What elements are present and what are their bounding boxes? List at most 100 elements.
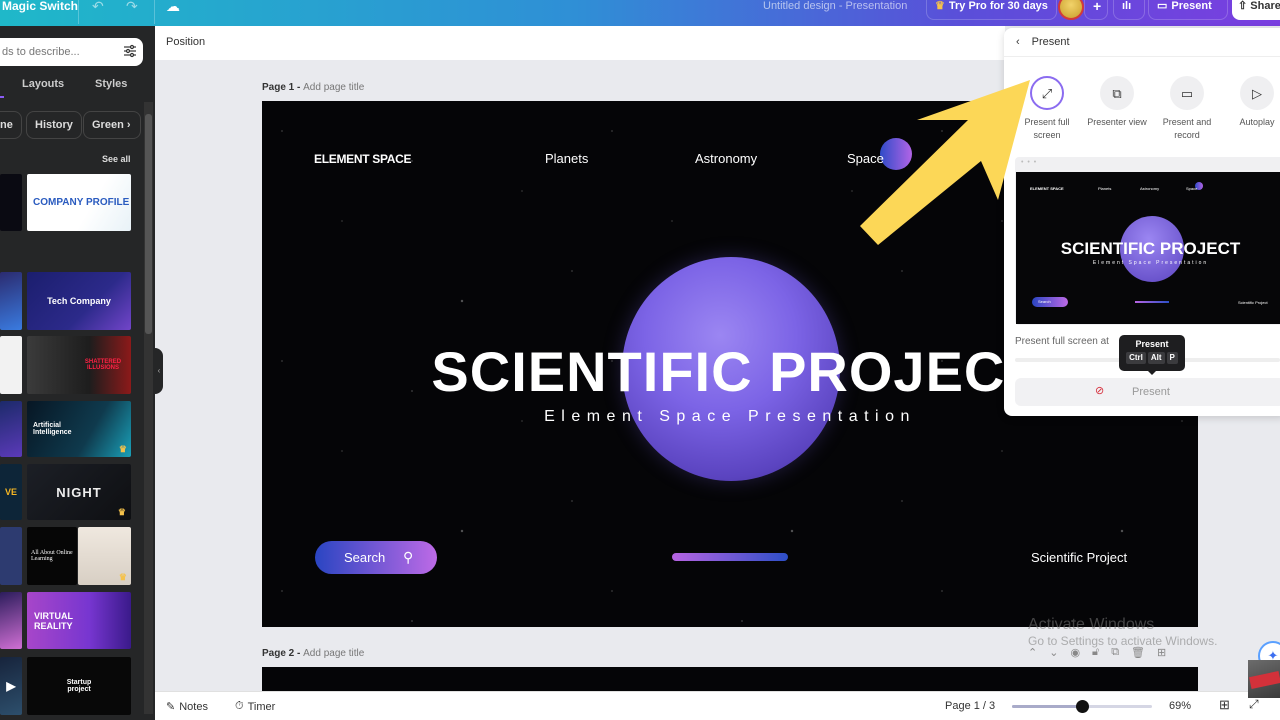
active-tab-indicator (0, 96, 4, 98)
chart-icon: ılı (1122, 0, 1132, 12)
undo-icon[interactable]: ↶ (92, 0, 104, 16)
sidebar-scrollbar[interactable] (144, 102, 153, 714)
sidebar-tabs: Layouts Styles (0, 78, 143, 98)
tooltip-title: Present (1135, 339, 1169, 349)
webcam-overlay (1248, 660, 1280, 698)
share-button[interactable]: ⇧ Share (1232, 0, 1280, 20)
duplicate-page-icon[interactable]: ⧉ (1111, 646, 1119, 659)
add-page-title-input[interactable]: Add page title (303, 648, 364, 659)
add-collaborator-button[interactable]: + (1084, 0, 1108, 20)
share-label: Share (1250, 0, 1280, 12)
premium-crown-icon: ♛ (117, 507, 127, 517)
chevron-right-icon[interactable]: › (127, 119, 131, 131)
cloud-sync-icon[interactable]: ☁ (166, 0, 180, 16)
premium-crown-icon: ♛ (118, 444, 127, 454)
see-all-link[interactable]: See all (102, 154, 131, 164)
chip-history[interactable]: History (26, 111, 82, 139)
try-pro-button[interactable]: ♛ Try Pro for 30 days (926, 0, 1057, 20)
top-bar: Magic Switch ↶ ↷ ☁ Untitled design - Pre… (0, 0, 1280, 26)
windows-activation-watermark: Activate Windows Go to Settings to activ… (1028, 616, 1217, 648)
document-title[interactable]: Untitled design - Presentation (763, 0, 907, 12)
template-thumbnail-artificial-intelligence[interactable]: Artificial Intelligence ♛ (27, 401, 131, 457)
scrollbar-thumb[interactable] (145, 114, 152, 334)
template-thumbnail[interactable]: VE (0, 464, 22, 520)
option-label: Present and record (1162, 117, 1212, 140)
tab-layouts[interactable]: Layouts (22, 78, 64, 90)
page-1-label: Page 1 - Add page title (262, 82, 365, 93)
tab-styles[interactable]: Styles (95, 78, 127, 90)
thumbnail-label: NIGHT (56, 484, 102, 500)
lock-icon[interactable]: 🔓︎ (1092, 646, 1099, 659)
option-label: Presenter view (1087, 117, 1147, 127)
zoom-slider-handle[interactable] (1076, 700, 1089, 713)
template-thumbnail-startup-project[interactable]: Startup project (27, 657, 131, 715)
avatar[interactable] (1058, 0, 1084, 20)
slide-preview: ELEMENT SPACE Planets Astronomy Space SC… (1016, 172, 1280, 324)
divider (78, 0, 79, 24)
template-thumbnail[interactable] (0, 272, 22, 330)
template-thumbnail[interactable] (0, 174, 22, 231)
crown-icon: ♛ (935, 0, 945, 12)
analytics-button[interactable]: ılı (1113, 0, 1145, 20)
add-page-icon[interactable]: ⊞ (1157, 646, 1166, 659)
position-button[interactable]: Position (166, 36, 205, 48)
magic-switch-button[interactable]: Magic Switch (2, 0, 78, 13)
preview-nav: Space (1186, 186, 1198, 191)
preview-search: Search (1032, 297, 1068, 307)
filter-icon[interactable] (123, 44, 137, 58)
add-page-title-input[interactable]: Add page title (303, 82, 364, 93)
divider (1004, 56, 1280, 57)
search-placeholder: ds to describe... (2, 46, 80, 58)
divider (154, 0, 155, 24)
template-thumbnail-night[interactable]: NIGHT ♛ (27, 464, 131, 520)
collapse-sidebar-handle[interactable]: ‹ (155, 348, 163, 394)
template-thumbnail-tech-company[interactable]: Tech Company (27, 272, 131, 330)
page-2-label: Page 2 - Add page title (262, 648, 365, 659)
chip-green[interactable]: Green › (83, 111, 141, 139)
fullscreen-icon[interactable]: ⤢ (1249, 697, 1259, 712)
template-thumbnail[interactable] (0, 401, 22, 457)
notes-button[interactable]: ✎ Notes (166, 700, 208, 714)
template-thumbnail[interactable]: ▶ (0, 657, 22, 715)
template-thumbnail-image[interactable]: ♛ (78, 527, 131, 585)
template-thumbnail-online-learning[interactable]: All About Online Learning (27, 527, 77, 585)
camera-record-icon: ▭ (1170, 76, 1204, 110)
hide-page-icon[interactable]: ◉ (1070, 646, 1080, 659)
page-indicator[interactable]: Page 1 / 3 (945, 700, 995, 712)
chip-filter[interactable]: ne (0, 111, 22, 139)
template-search-input[interactable]: ds to describe... (0, 38, 143, 66)
preview-title: SCIENTIFIC PROJECT (1060, 239, 1241, 258)
preview-subtitle: Element Space Presentation (1092, 260, 1209, 266)
redo-icon[interactable]: ↷ (126, 0, 138, 16)
page-tools: ⌃ ⌄ ◉ 🔓︎ ⧉ 🗑︎ ⊞ (1028, 646, 1166, 659)
presentation-icon: ▭ (1157, 0, 1168, 12)
filter-chips: ne History Green › (0, 111, 143, 141)
template-thumbnail[interactable] (0, 592, 22, 649)
zoom-slider[interactable] (1012, 700, 1152, 713)
move-up-icon[interactable]: ⌃ (1028, 646, 1037, 659)
present-button[interactable]: ▭ Present (1148, 0, 1228, 20)
template-thumbnail[interactable] (0, 527, 22, 585)
back-chevron-icon[interactable]: ‹ (1016, 36, 1020, 48)
key-p: P (1166, 352, 1178, 364)
template-thumbnail-virtual-reality[interactable]: VIRTUAL REALITY (27, 592, 131, 649)
slide-search-label: Search (344, 550, 386, 565)
notes-icon: ✎ (166, 701, 176, 713)
delete-page-icon[interactable]: 🗑︎ (1131, 646, 1145, 659)
toolbar: Position (155, 26, 1005, 60)
template-thumbnail-company-profile[interactable]: COMPANY PROFILE (27, 174, 131, 231)
slide-2-canvas[interactable] (262, 667, 1198, 691)
zoom-percent[interactable]: 69% (1169, 700, 1191, 712)
slide-brand: ELEMENT SPACE (314, 152, 412, 166)
template-thumbnail[interactable] (0, 336, 22, 394)
move-down-icon[interactable]: ⌄ (1049, 646, 1058, 659)
option-presenter-view[interactable]: ⧉ Presenter view (1082, 76, 1152, 129)
preview-bar (1135, 301, 1169, 303)
option-present-and-record[interactable]: ▭ Present and record (1152, 76, 1222, 142)
template-thumbnail-shattered-illusions[interactable]: SHATTERED ILLUSIONS (27, 336, 131, 394)
option-autoplay[interactable]: ▷ Autoplay (1222, 76, 1280, 129)
play-icon: ▷ (1240, 76, 1274, 110)
timer-button[interactable]: ⏱ Timer (235, 700, 275, 713)
present-action-button[interactable]: ⊘ Present (1015, 378, 1280, 406)
grid-view-icon[interactable]: ⊞ (1219, 697, 1230, 713)
